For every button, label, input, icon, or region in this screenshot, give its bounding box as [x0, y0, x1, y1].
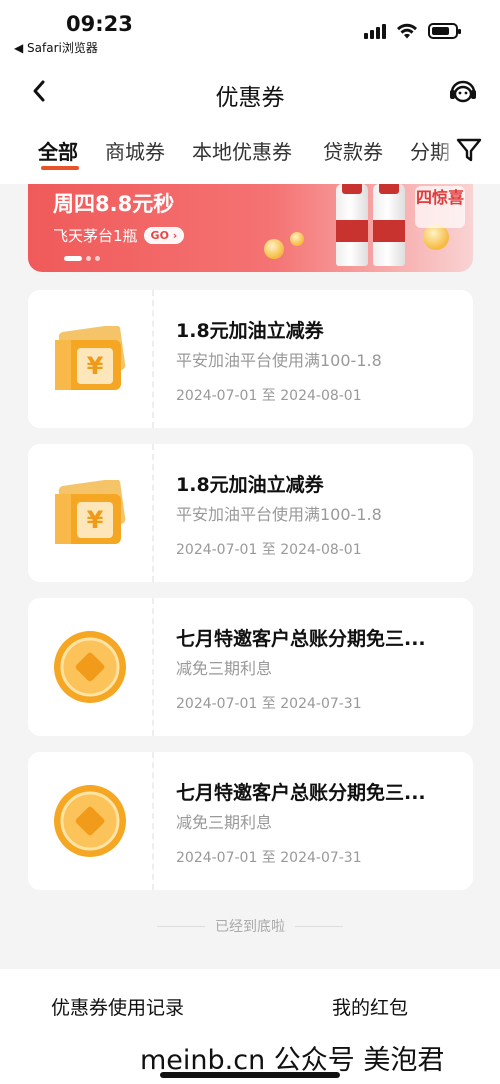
wifi-icon: [397, 23, 417, 39]
liquor-bottle-image: [336, 184, 368, 266]
coupon-validity: 2024-07-01 至 2024-08-01: [176, 542, 362, 558]
svg-text:¥: ¥: [87, 506, 104, 534]
tab-all[interactable]: 全部: [38, 136, 78, 165]
coupon-title: 七月特邀客户总账分期免三...: [176, 628, 426, 650]
coupon-stub: [28, 598, 154, 736]
home-indicator[interactable]: [160, 1072, 340, 1078]
liquor-bottle-image: [373, 184, 405, 266]
coupon-card[interactable]: 七月特邀客户总账分期免三... 减免三期利息 2024-07-01 至 2024…: [28, 752, 473, 890]
banner-go-button[interactable]: GO ›: [143, 227, 185, 244]
banner-subtitle-text: 飞天茅台1瓶: [53, 227, 138, 245]
coupon-card[interactable]: ¥ 1.8元加油立减券 平安加油平台使用满100-1.8 2024-07-01 …: [28, 290, 473, 428]
ticket-icon: ¥: [55, 326, 126, 390]
end-of-list-text: 已经到底啦: [215, 919, 285, 935]
coupon-validity: 2024-07-01 至 2024-07-31: [176, 696, 362, 712]
coupon-description: 减免三期利息: [176, 813, 273, 832]
coupon-description: 减免三期利息: [176, 659, 273, 678]
go-label: GO: [150, 229, 169, 242]
end-of-list-note: 已经到底啦: [0, 916, 500, 936]
banner-badge: 四惊喜: [415, 186, 465, 228]
coupon-description: 平安加油平台使用满100-1.8: [176, 505, 382, 524]
banner-subtitle: 飞天茅台1瓶 GO ›: [53, 225, 185, 246]
customer-service-icon[interactable]: [448, 79, 478, 105]
tab-loan-coupons[interactable]: 贷款券: [323, 136, 383, 165]
coin-icon: [54, 785, 126, 857]
coupon-stub: ¥: [28, 290, 154, 428]
coupon-card[interactable]: ¥ 1.8元加油立减券 平安加油平台使用满100-1.8 2024-07-01 …: [28, 444, 473, 582]
coupon-title: 1.8元加油立减券: [176, 474, 324, 496]
tab-mall-coupons[interactable]: 商城券: [105, 136, 165, 165]
category-tabs: 全部 商城券 本地优惠券 贷款券 分期: [0, 122, 500, 184]
filter-button[interactable]: [438, 122, 500, 178]
ticket-icon: ¥: [55, 480, 126, 544]
coin-decoration: [290, 232, 304, 246]
coin-decoration: [264, 239, 284, 259]
coupon-validity: 2024-07-01 至 2024-07-31: [176, 850, 362, 866]
coupon-records-link[interactable]: 优惠券使用记录: [51, 993, 184, 1020]
coin-icon: [54, 631, 126, 703]
banner-title: 周四8.8元秒: [53, 192, 175, 216]
tab-local-coupons[interactable]: 本地优惠券: [192, 136, 292, 165]
tab-active-indicator: [41, 166, 79, 170]
coupon-title: 1.8元加油立减券: [176, 320, 324, 342]
status-bar: 09:23 ◀ Safari浏览器: [0, 0, 500, 62]
coupon-card[interactable]: 七月特邀客户总账分期免三... 减免三期利息 2024-07-01 至 2024…: [28, 598, 473, 736]
carousel-indicator: [64, 256, 100, 261]
cellular-signal-icon: [364, 23, 386, 39]
coupon-stub: [28, 752, 154, 890]
filter-icon: [456, 138, 482, 162]
status-icons: [364, 22, 461, 40]
svg-text:¥: ¥: [87, 352, 104, 380]
page-title: 优惠券: [215, 85, 285, 111]
nav-bar: 优惠券: [0, 62, 500, 122]
coupon-title: 七月特邀客户总账分期免三...: [176, 782, 426, 804]
coupon-stub: ¥: [28, 444, 154, 582]
coupon-description: 平安加油平台使用满100-1.8: [176, 351, 382, 370]
red-packet-link[interactable]: 我的红包: [332, 993, 408, 1020]
battery-icon: [428, 23, 461, 39]
status-time: 09:23: [66, 12, 133, 36]
coupon-validity: 2024-07-01 至 2024-08-01: [176, 388, 362, 404]
back-to-app-link[interactable]: ◀ Safari浏览器: [14, 39, 98, 56]
promo-banner[interactable]: 周四8.8元秒 飞天茅台1瓶 GO › 四惊喜: [28, 184, 473, 272]
